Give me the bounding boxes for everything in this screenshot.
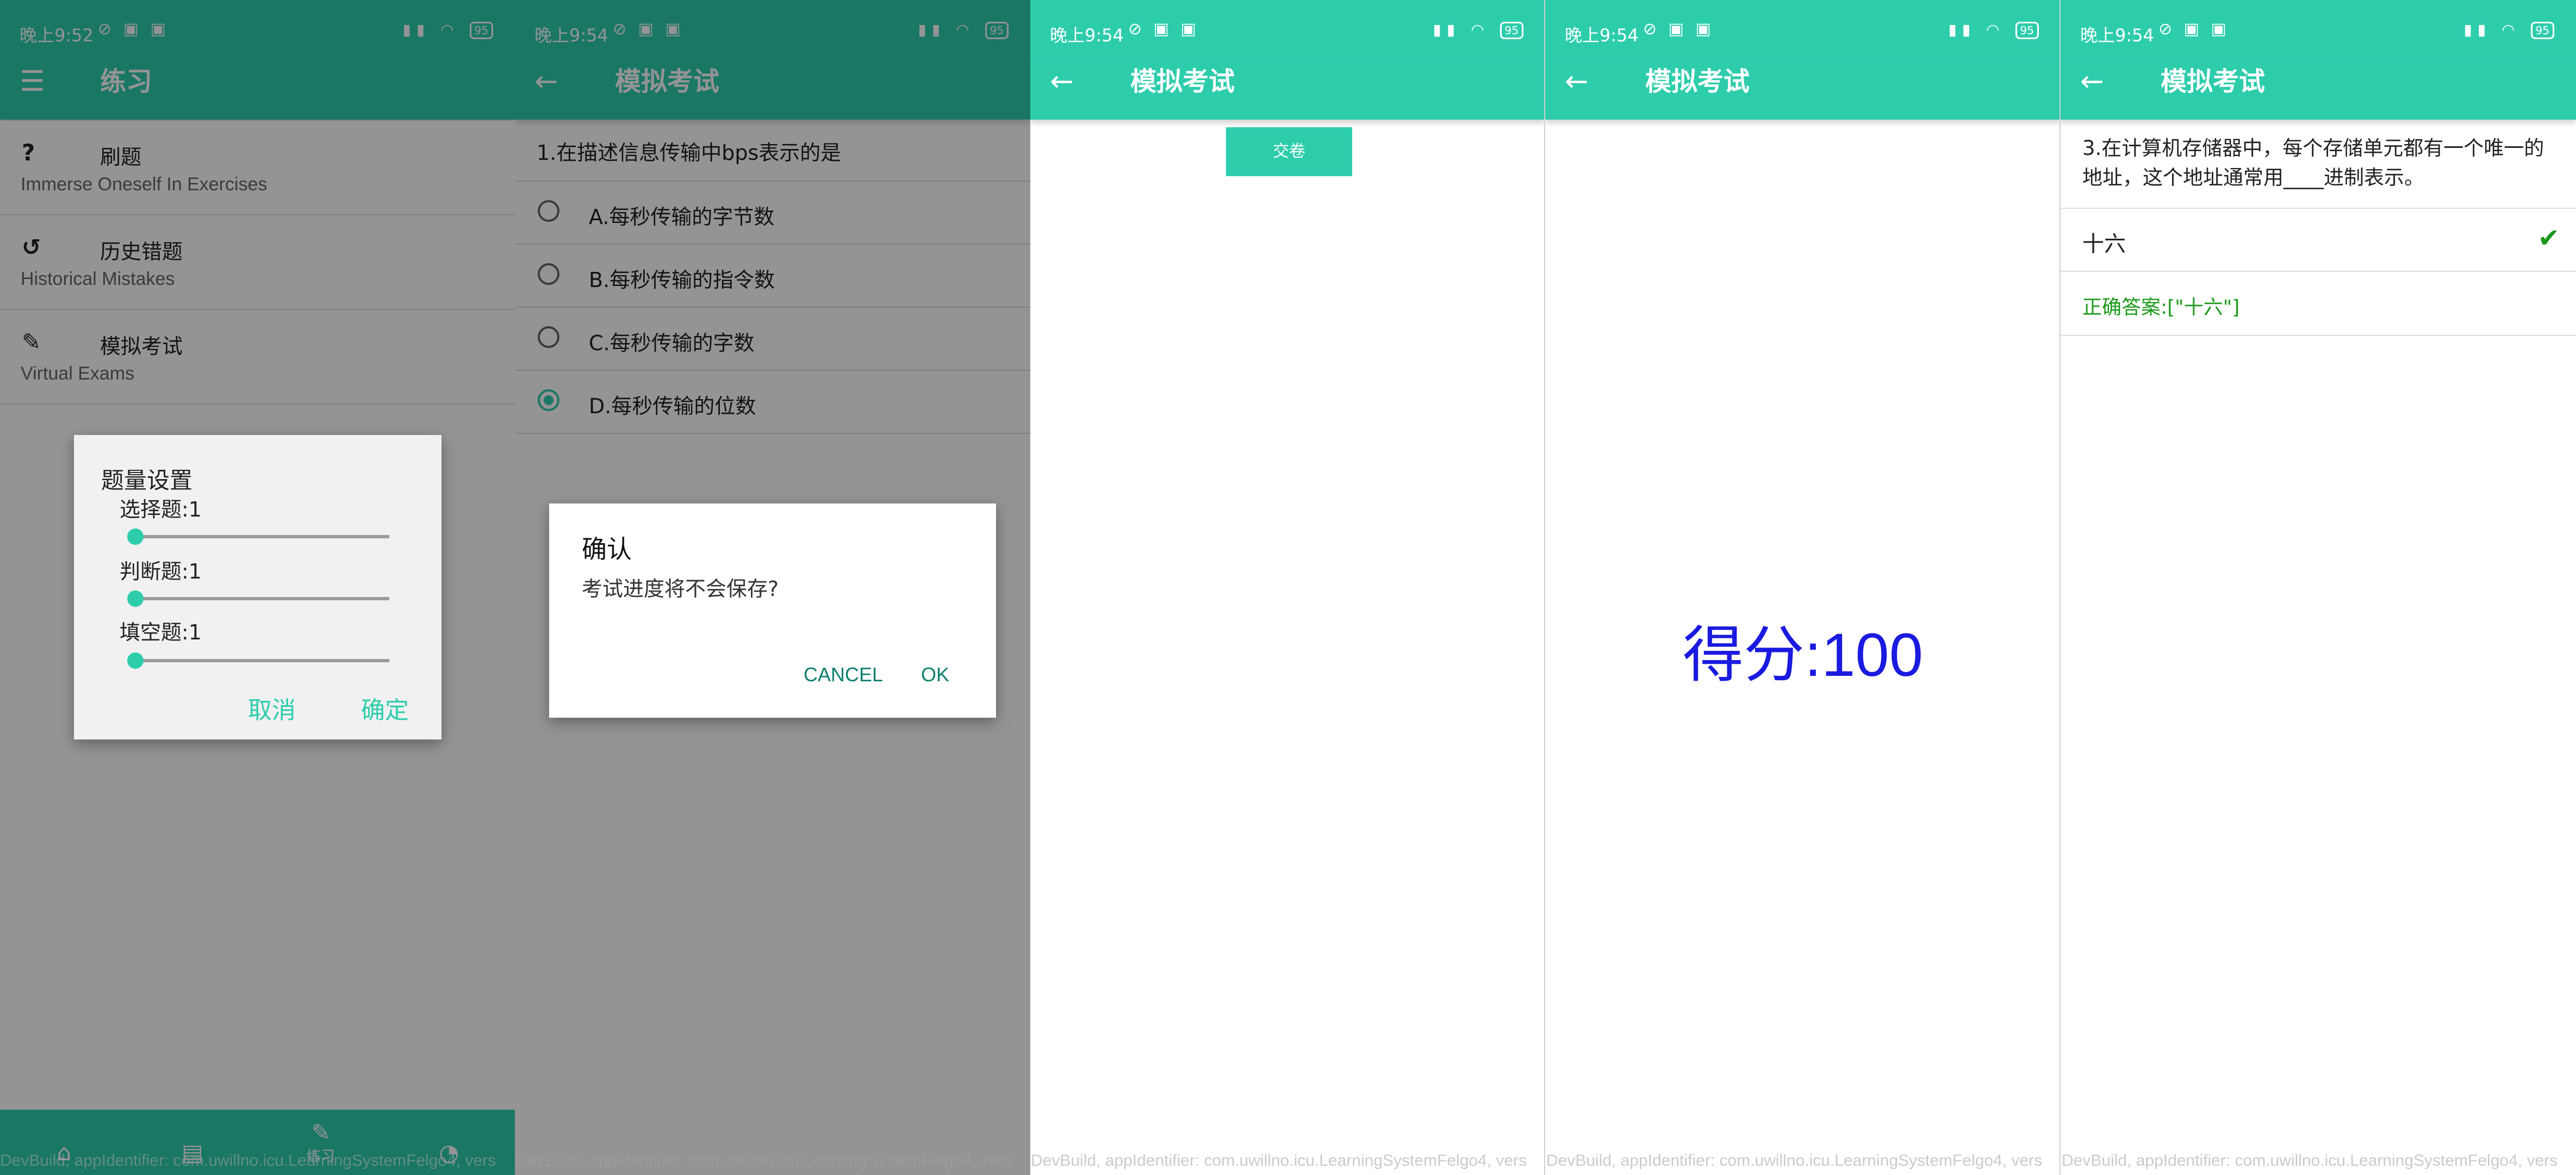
slider-track-truefalse[interactable]	[135, 597, 389, 600]
notification-icons: ⊘ ▣ ▣	[2158, 20, 2230, 39]
back-arrow-icon[interactable]: ←	[1050, 65, 1074, 98]
correct-answer-row: 正确答案:["十六"]	[2061, 272, 2576, 336]
score-text: 得分:100	[1683, 621, 1923, 689]
status-time: 晚上9:54	[1050, 25, 1124, 46]
watermark-text: DevBuild, appIdentifier: com.uwillno.icu…	[1546, 1152, 2043, 1170]
exam-screen-confirm: 晚上9:54 ⊘ ▣ ▣ ▮▮ ◠ 95 ← 模拟考试 1.在描述信息传输中bp…	[515, 0, 1030, 1175]
notification-icons: ⊘ ▣ ▣	[1643, 20, 1714, 39]
confirm-dialog: 确认 考试进度将不会保存? CANCEL OK	[549, 503, 996, 718]
signal-icon: ▮▮	[1948, 21, 1976, 39]
ok-button[interactable]: OK	[921, 663, 949, 686]
page-title: 模拟考试	[1130, 66, 1235, 97]
check-icon: ✔	[2537, 223, 2560, 253]
slider-label-fillblank: 填空题:1	[120, 620, 202, 644]
battery-icon: 95	[2530, 22, 2554, 39]
slider-thumb-fillblank[interactable]	[127, 652, 144, 669]
wifi-icon: ◠	[1471, 21, 1490, 39]
slider-thumb-choice[interactable]	[127, 529, 144, 545]
answer-review-screen: 晚上9:54 ⊘ ▣ ▣ ▮▮ ◠ 95 ← 模拟考试 3.在计算机存储器中，每…	[2061, 0, 2576, 1175]
back-arrow-icon[interactable]: ←	[1565, 65, 1589, 98]
battery-icon: 95	[2015, 22, 2039, 39]
page-title: 模拟考试	[1645, 66, 1750, 97]
app-bar: ← 模拟考试	[1030, 60, 1545, 120]
slider-track-fillblank[interactable]	[135, 659, 389, 662]
dialog-message: 考试进度将不会保存?	[582, 577, 779, 601]
score-screen: 晚上9:54 ⊘ ▣ ▣ ▮▮ ◠ 95 ← 模拟考试 得分:100	[1545, 0, 2061, 1175]
answer-row: 十六 ✔	[2061, 209, 2576, 272]
correct-answer-text: 正确答案:["十六"]	[2082, 296, 2240, 319]
app-bar: ← 模拟考试	[1545, 60, 2061, 120]
cancel-button[interactable]: CANCEL	[804, 663, 883, 686]
watermark-text: DevBuild, appIdentifier: com.uwillno.icu…	[2062, 1152, 2558, 1170]
slider-track-choice[interactable]	[135, 535, 389, 538]
cancel-button[interactable]: 取消	[248, 691, 296, 725]
notification-icons: ⊘ ▣ ▣	[1128, 20, 1199, 39]
signal-icon: ▮▮	[2463, 21, 2492, 39]
watermark-text: DevBuild, appIdentifier: com.uwillno.icu…	[515, 1152, 1012, 1170]
status-time: 晚上9:54	[2080, 25, 2154, 46]
practice-screen: 晚上9:52 ⊘ ▣ ▣ ▮▮ ◠ 95 ☰ 练习 ? 刷题 Immerse O…	[0, 0, 515, 1175]
watermark-text: DevBuild, appIdentifier: com.uwillno.icu…	[1031, 1152, 1527, 1170]
wifi-icon: ◠	[2502, 21, 2521, 39]
dialog-title: 确认	[582, 534, 632, 564]
panel-divider	[1544, 0, 1545, 1175]
submit-button[interactable]: 交卷	[1226, 127, 1352, 176]
back-arrow-icon[interactable]: ←	[2080, 65, 2104, 98]
question-count-dialog: 题量设置 选择题:1 判断题:1 填空题:1 取消 确定	[74, 435, 441, 739]
status-time: 晚上9:54	[1565, 25, 1639, 46]
watermark-text: DevBuild, appIdentifier: com.uwillno.icu…	[0, 1152, 496, 1170]
dialog-title: 题量设置	[101, 467, 193, 494]
panel-divider	[2059, 0, 2061, 1175]
status-bar: 晚上9:54 ⊘ ▣ ▣ ▮▮ ◠ 95	[2061, 0, 2576, 60]
signal-wifi-battery: ▮▮ ◠ 95	[1948, 21, 2039, 39]
slider-thumb-truefalse[interactable]	[127, 590, 144, 607]
wifi-icon: ◠	[1986, 21, 2005, 39]
page-title: 模拟考试	[2161, 66, 2266, 97]
battery-icon: 95	[1499, 22, 1523, 39]
confirm-button[interactable]: 确定	[361, 691, 409, 725]
status-bar: 晚上9:54 ⊘ ▣ ▣ ▮▮ ◠ 95	[1030, 0, 1545, 60]
signal-wifi-battery: ▮▮ ◠ 95	[1433, 21, 1523, 39]
exam-screen-submit: 晚上9:54 ⊘ ▣ ▣ ▮▮ ◠ 95 ← 模拟考试 交卷	[1030, 0, 1545, 1175]
signal-icon: ▮▮	[1433, 21, 1461, 39]
slider-label-truefalse: 判断题:1	[120, 559, 202, 583]
slider-label-choice: 选择题:1	[120, 498, 202, 521]
status-bar: 晚上9:54 ⊘ ▣ ▣ ▮▮ ◠ 95	[1545, 0, 2061, 60]
user-answer: 十六	[2082, 232, 2126, 257]
signal-wifi-battery: ▮▮ ◠ 95	[2463, 21, 2554, 39]
app-bar: ← 模拟考试	[2061, 60, 2576, 120]
question-text: 3.在计算机存储器中，每个存储单元都有一个唯一的地址，这个地址通常用____进制…	[2082, 136, 2544, 189]
